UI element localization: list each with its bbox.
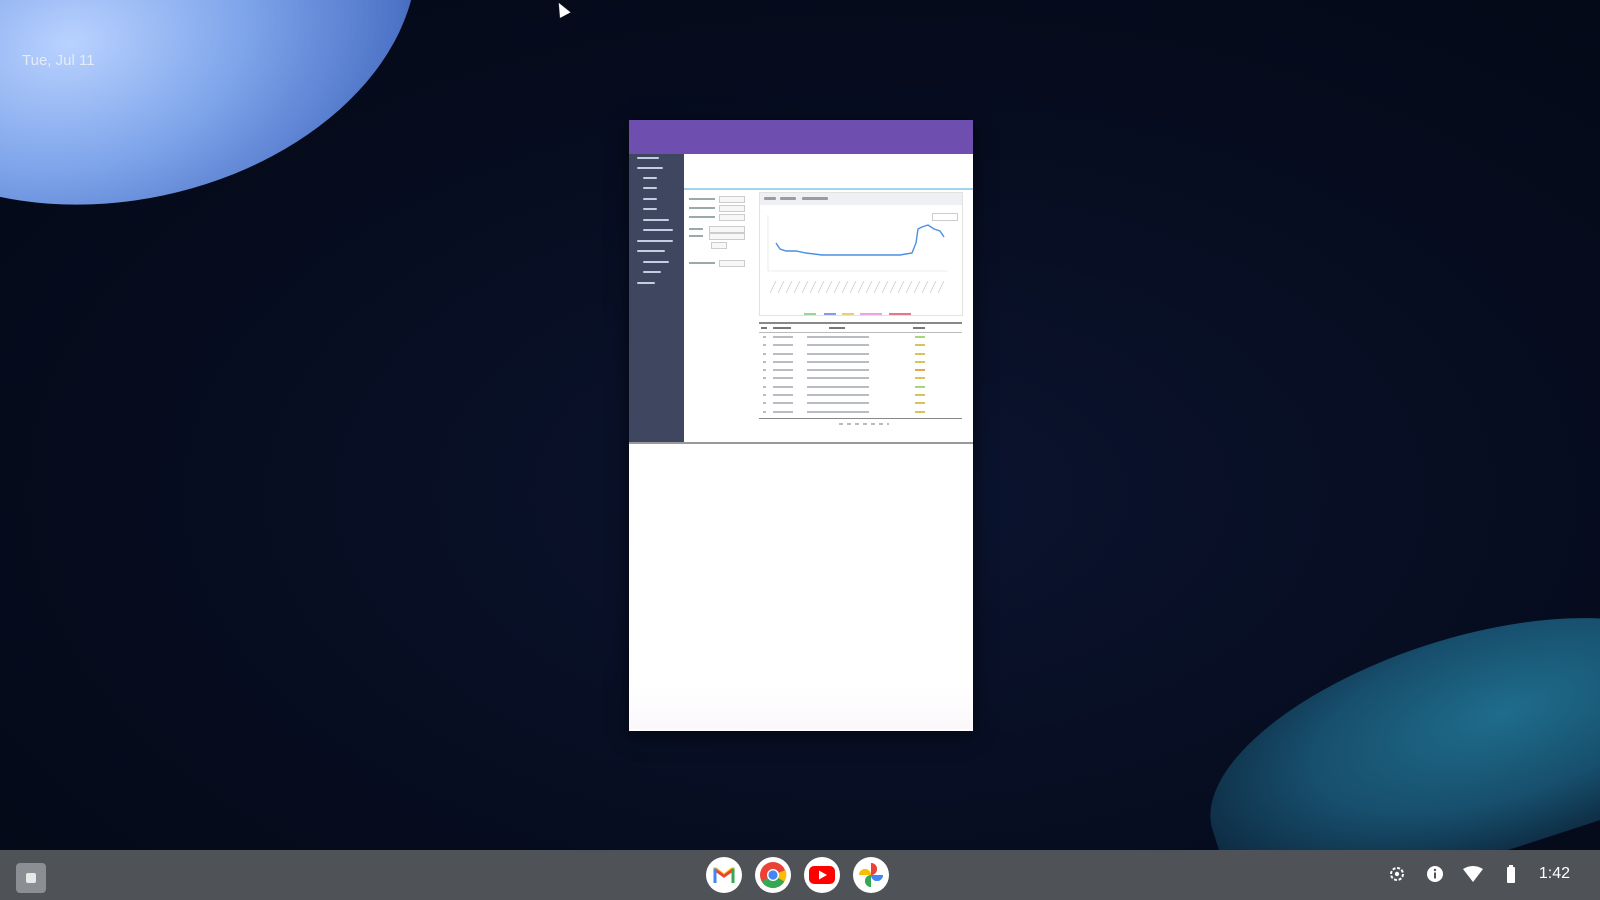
desktop-date: Tue, Jul 11 xyxy=(22,52,95,69)
chrome-app-button[interactable] xyxy=(755,857,791,893)
table-row[interactable] xyxy=(759,366,962,374)
filter-select[interactable] xyxy=(719,260,745,267)
sidebar-item[interactable] xyxy=(643,177,657,179)
filter-row xyxy=(689,242,749,249)
title-divider xyxy=(684,188,973,190)
sidebar-item[interactable] xyxy=(637,157,659,159)
data-table xyxy=(759,322,962,427)
youtube-icon xyxy=(809,866,835,884)
filter-select[interactable] xyxy=(719,205,745,212)
pinned-apps xyxy=(706,857,889,893)
sidebar-item[interactable] xyxy=(643,219,669,221)
table-row[interactable] xyxy=(759,399,962,407)
table-row[interactable] xyxy=(759,391,962,399)
filter-row xyxy=(689,196,749,203)
table-row[interactable] xyxy=(759,333,962,341)
window-content xyxy=(629,154,973,444)
filter-row xyxy=(689,214,749,221)
window-header[interactable] xyxy=(629,120,973,154)
chart-tab[interactable] xyxy=(780,197,796,200)
launcher-icon xyxy=(26,873,36,883)
wifi-icon[interactable] xyxy=(1462,864,1483,884)
sidebar xyxy=(629,154,684,442)
chart-tab[interactable] xyxy=(764,197,776,200)
filter-row xyxy=(689,226,749,233)
chart-series-line xyxy=(775,224,945,256)
filter-select[interactable] xyxy=(719,196,745,203)
gmail-app-button[interactable] xyxy=(706,857,742,893)
filter-row xyxy=(689,205,749,212)
x-axis-tick-labels xyxy=(769,280,945,294)
sidebar-item[interactable] xyxy=(637,282,655,284)
clock-time[interactable]: 1:42 xyxy=(1539,865,1570,883)
info-icon[interactable] xyxy=(1425,864,1445,884)
youtube-app-button[interactable] xyxy=(804,857,840,893)
table-row[interactable] xyxy=(759,374,962,382)
filter-input[interactable] xyxy=(709,233,745,240)
table-row[interactable] xyxy=(759,350,962,358)
photos-icon xyxy=(859,863,883,887)
filter-input[interactable] xyxy=(709,226,745,233)
window-blank-area xyxy=(629,444,973,729)
apply-button[interactable] xyxy=(711,242,727,249)
table-pagination[interactable] xyxy=(759,417,962,427)
shelf: 1:42 xyxy=(0,850,1600,900)
sidebar-item[interactable] xyxy=(637,167,663,169)
sidebar-item[interactable] xyxy=(637,240,673,242)
sidebar-item[interactable] xyxy=(643,187,657,189)
photos-app-button[interactable] xyxy=(853,857,889,893)
chrome-icon xyxy=(760,862,787,889)
sidebar-item[interactable] xyxy=(643,271,661,273)
system-tray[interactable]: 1:42 xyxy=(1387,864,1570,884)
sidebar-item[interactable] xyxy=(643,208,657,210)
battery-icon[interactable] xyxy=(1501,864,1521,884)
launcher-button[interactable] xyxy=(16,863,46,893)
filter-select[interactable] xyxy=(719,214,745,221)
chart-panel xyxy=(759,192,963,316)
table-row[interactable] xyxy=(759,408,962,416)
sidebar-item[interactable] xyxy=(643,261,669,263)
filter-row xyxy=(689,233,749,240)
sidebar-item[interactable] xyxy=(643,229,673,231)
sidebar-item[interactable] xyxy=(637,250,665,252)
chart-tab[interactable] xyxy=(802,197,828,200)
filter-row xyxy=(689,260,749,267)
settings-icon[interactable] xyxy=(1387,864,1407,884)
table-row[interactable] xyxy=(759,383,962,391)
wallpaper-shape-top-left xyxy=(0,0,458,258)
table-row[interactable] xyxy=(759,341,962,349)
line-chart xyxy=(767,215,948,294)
chart-toolbar xyxy=(760,193,962,205)
app-window[interactable] xyxy=(629,120,973,731)
sidebar-item[interactable] xyxy=(643,198,657,200)
table-row[interactable] xyxy=(759,358,962,366)
table-header xyxy=(759,322,962,333)
gmail-icon xyxy=(713,867,735,883)
